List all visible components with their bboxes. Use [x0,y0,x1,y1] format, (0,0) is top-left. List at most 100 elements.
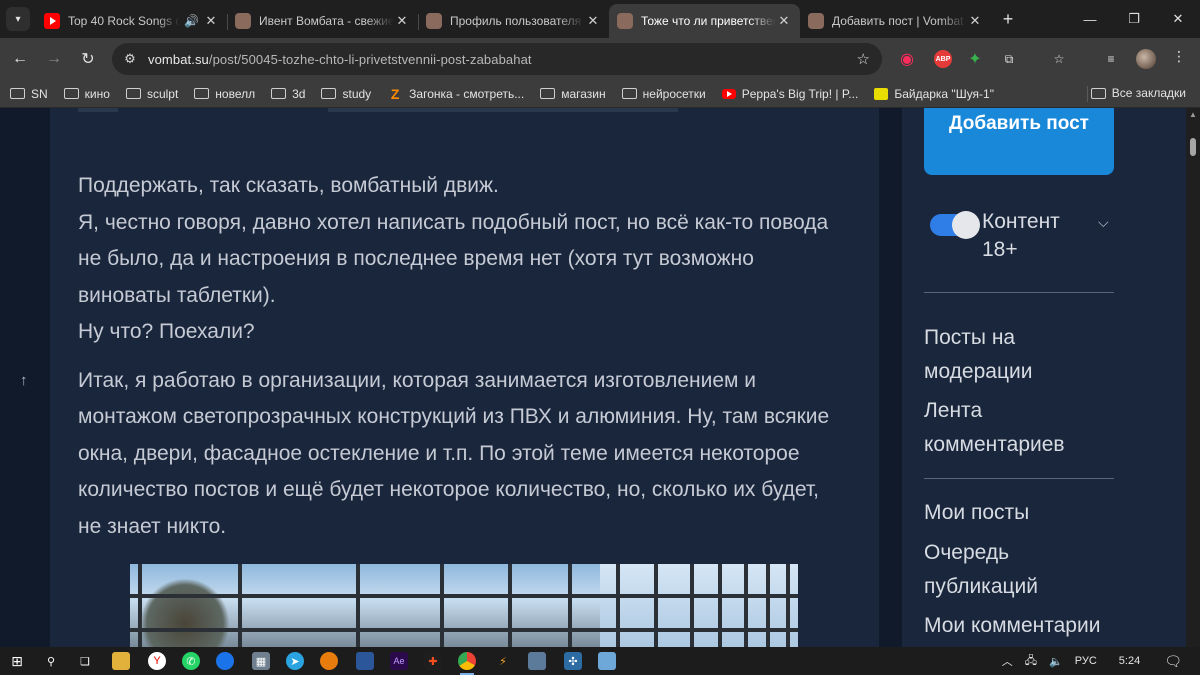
network-app-icon[interactable]: ✣ [564,652,582,670]
back-button[interactable]: ← [8,47,32,71]
bookmarks-star-icon[interactable]: ☆ [1048,48,1070,70]
scroll-up-arrow-icon[interactable]: ▲ [1189,110,1197,119]
chevron-down-icon[interactable]: ⌵ [1098,214,1109,231]
calculator-icon[interactable]: ▦ [252,652,270,670]
bookmark-kino[interactable]: кино [63,87,110,101]
task-view-icon[interactable]: ❏ [76,652,94,670]
folder-icon [621,88,637,99]
menu-kebab-icon[interactable]: ⋮ [1172,48,1186,65]
blender-icon[interactable] [320,652,338,670]
yandex-browser-icon[interactable]: Y [148,652,166,670]
notifications-icon[interactable]: 🗨 [1164,653,1182,670]
bookmark-star-icon[interactable]: ☆ [857,50,870,68]
post-paragraph: Итак, я работаю в организации, которая з… [78,368,830,538]
tab-user-profile[interactable]: Профиль пользователя ✕ [418,6,609,36]
forward-button[interactable]: → [42,47,66,71]
sidebar-link-my-posts[interactable]: Мои посты [924,496,1124,530]
windows-start-icon[interactable]: ⊞ [8,652,26,670]
figma-icon[interactable]: ✚ [424,652,442,670]
bookmark-baidarka[interactable]: Байдарка "Шуя-1" [874,87,994,101]
close-icon[interactable]: ✕ [394,13,410,29]
tab-rock-songs[interactable]: Top 40 Rock Songs of 🔊 ✕ [36,6,227,36]
arrow-left-icon: ← [12,50,28,67]
bookmark-novell[interactable]: новелл [194,87,255,101]
frame-mullion [690,564,694,647]
folder-icon [540,88,556,99]
whatsapp-icon[interactable]: ✆ [182,652,200,670]
lightning-app-icon[interactable]: ⚡ [494,652,512,670]
frame-mullion [654,564,658,647]
frame-mullion [440,564,444,647]
sidebar-link-publish-queue[interactable]: Очередь публикаций [924,536,1124,604]
image-viewer-icon[interactable] [528,652,546,670]
bookmark-label: SN [31,86,48,101]
site-info-icon[interactable]: ⚙ [118,51,142,67]
post-image-facade[interactable] [130,564,798,647]
folder-icon [125,88,141,99]
network-icon[interactable]: 🖧 [1025,652,1037,671]
bookmark-sculpt[interactable]: sculpt [125,87,178,101]
frame-mullion [718,564,722,647]
close-icon[interactable]: ✕ [585,13,601,29]
bookmark-magazin[interactable]: магазин [540,87,606,101]
sidebar-link-my-comments[interactable]: Мои комментарии [924,609,1124,643]
tab-search-button[interactable]: ▾ [6,7,30,31]
record-extension-icon[interactable]: ◉ [896,48,918,70]
search-icon[interactable]: ⚲ [42,652,60,670]
after-effects-icon[interactable]: Ae [390,652,408,670]
sidebar-link-moderation[interactable]: Посты на модерации [924,321,1124,389]
scroll-thumb[interactable] [1190,138,1196,156]
bookmark-study[interactable]: study [321,87,371,101]
close-icon[interactable]: ✕ [776,13,792,29]
profile-avatar[interactable] [1136,49,1156,69]
telegram-icon[interactable]: ➤ [286,652,304,670]
volume-icon[interactable]: 🔈 [1049,655,1063,668]
url-domain: vombat.su [148,51,209,67]
close-icon[interactable]: ✕ [967,13,983,29]
sidebar-link-comments-feed[interactable]: Лента комментариев [924,394,1124,462]
clock[interactable]: 5:24 [1119,655,1140,667]
url-text[interactable]: vombat.su/post/50045-tozhe-chto-li-prive… [148,52,532,67]
tab-add-post[interactable]: Добавить пост | Vombat ✕ [800,6,991,36]
notepad-icon[interactable] [598,652,616,670]
tab-wombat-event[interactable]: Ивент Вомбата - свежие ✕ [227,6,418,36]
speaker-icon[interactable]: 🔊 [184,14,199,28]
restore-button[interactable]: ❐ [1112,0,1156,38]
adblock-icon[interactable]: ABP [934,50,952,68]
folder-icon [321,88,337,99]
color-picker-icon[interactable]: ✦ [964,48,986,70]
sidebar-divider [924,478,1114,479]
extensions-puzzle-icon[interactable]: ⧉ [998,48,1020,70]
language-indicator[interactable]: РУС [1075,655,1097,667]
bookmark-neiroset[interactable]: нейросетки [621,87,706,101]
chevron-up-icon[interactable]: ︿ [1002,653,1013,669]
zagonka-icon: Z [390,85,400,102]
page-scrollbar[interactable]: ▲ [1186,108,1200,647]
chrome-alt-icon[interactable] [216,652,234,670]
content-18-toggle[interactable] [930,211,980,239]
close-window-button[interactable]: ✕ [1156,0,1200,38]
content-18-label: Контент 18+ [982,210,1060,261]
bookmark-peppa[interactable]: Peppa's Big Trip! | P... [721,87,858,101]
bookmark-3d[interactable]: 3d [271,87,305,101]
app-blue-icon[interactable] [356,652,374,670]
bookmark-sn[interactable]: SN [10,87,48,101]
wombat-icon [808,13,824,29]
file-explorer-icon[interactable] [112,652,130,670]
chrome-icon[interactable] [458,652,476,675]
all-bookmarks-button[interactable]: Все закладки [1090,86,1186,100]
tab-current-post[interactable]: Тоже что ли приветствен ✕ [609,4,800,38]
minimize-button[interactable]: — [1068,0,1112,38]
address-bar[interactable]: ⚙ vombat.su/post/50045-tozhe-chto-li-pri… [112,43,882,75]
restore-icon: ❐ [1128,11,1140,26]
bookmark-label: 3d [292,86,306,101]
add-post-button[interactable]: Добавить пост [924,108,1114,175]
close-icon[interactable]: ✕ [203,13,219,29]
tab-title: Ивент Вомбата - свежие [259,14,394,28]
media-queue-icon[interactable]: ≡ [1100,48,1122,70]
scroll-to-top-button[interactable]: ↑ [20,372,28,389]
new-tab-button[interactable]: + [997,9,1019,30]
reload-button[interactable]: ↻ [76,47,100,71]
bookmark-zagonka[interactable]: Z Загонка - смотреть... [387,85,524,102]
wombat-icon [235,13,251,29]
